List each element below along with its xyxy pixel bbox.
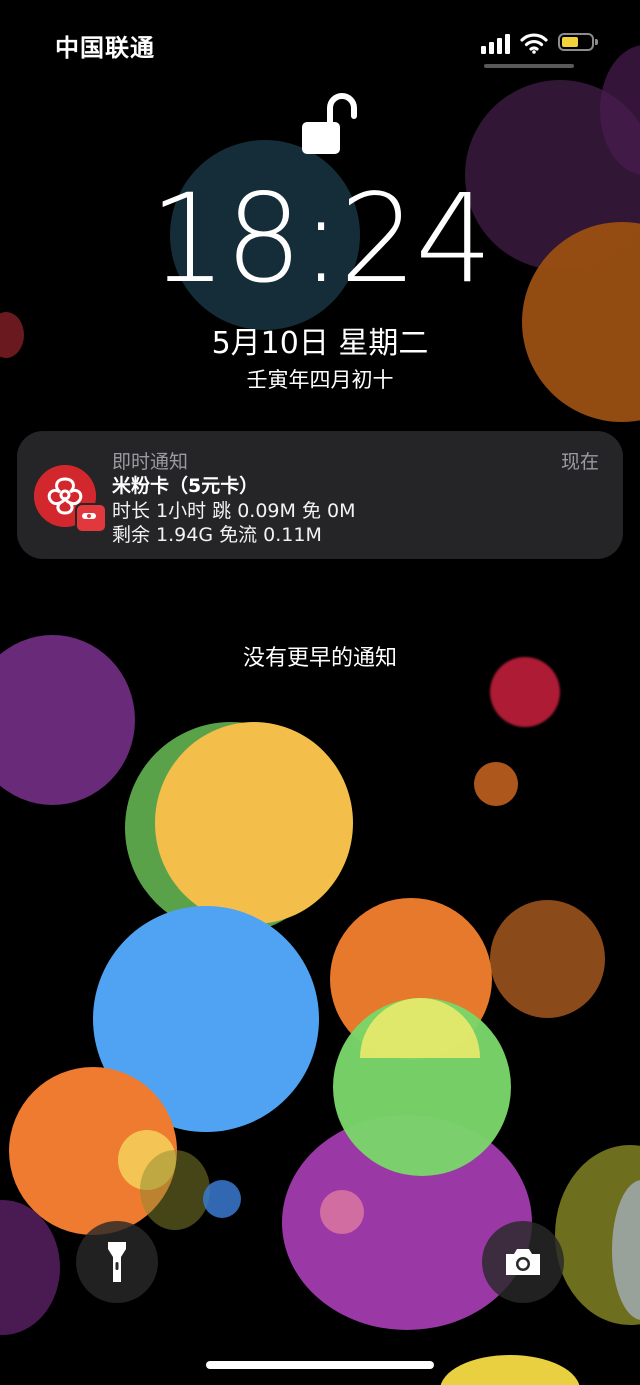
wifi-icon [520,33,548,54]
lunar-date-label: 壬寅年四月初十 [246,368,394,392]
app-badge-icon [75,503,107,533]
flashlight-icon [108,1242,126,1282]
notification-timestamp: 现在 [560,451,599,473]
flashlight-button[interactable] [76,1221,158,1303]
date-label: 5月10日 星期二 [211,326,429,361]
notification-app-name: 即时通知 [112,451,189,473]
camera-button[interactable] [482,1221,564,1303]
battery-icon [558,33,600,53]
notification-body-line2: 剩余 1.94G 免流 0.11M [112,524,322,546]
control-center-grabber[interactable] [484,64,574,68]
unlocked-lock-icon [302,93,357,154]
notification-card[interactable]: 即时通知 现在 米粉卡（5元卡） 时长 1小时 跳 0.09M 免 0M 剩余 … [17,431,623,559]
status-icons [481,30,600,56]
cellular-signal-icon [481,32,510,54]
camera-icon [506,1249,540,1275]
lock-screen: 中国联通 18:24 5月10日 星期二 壬寅年四月初十 即时通知 现在 米粉卡… [0,0,640,1385]
home-indicator[interactable] [206,1361,434,1369]
notification-title: 米粉卡（5元卡） [112,475,259,497]
no-earlier-notifications-label: 没有更早的通知 [242,646,397,671]
carrier-name: 中国联通 [55,34,155,62]
notification-body-line1: 时长 1小时 跳 0.09M 免 0M [112,500,356,522]
clock-time: 18:24 [149,168,493,310]
